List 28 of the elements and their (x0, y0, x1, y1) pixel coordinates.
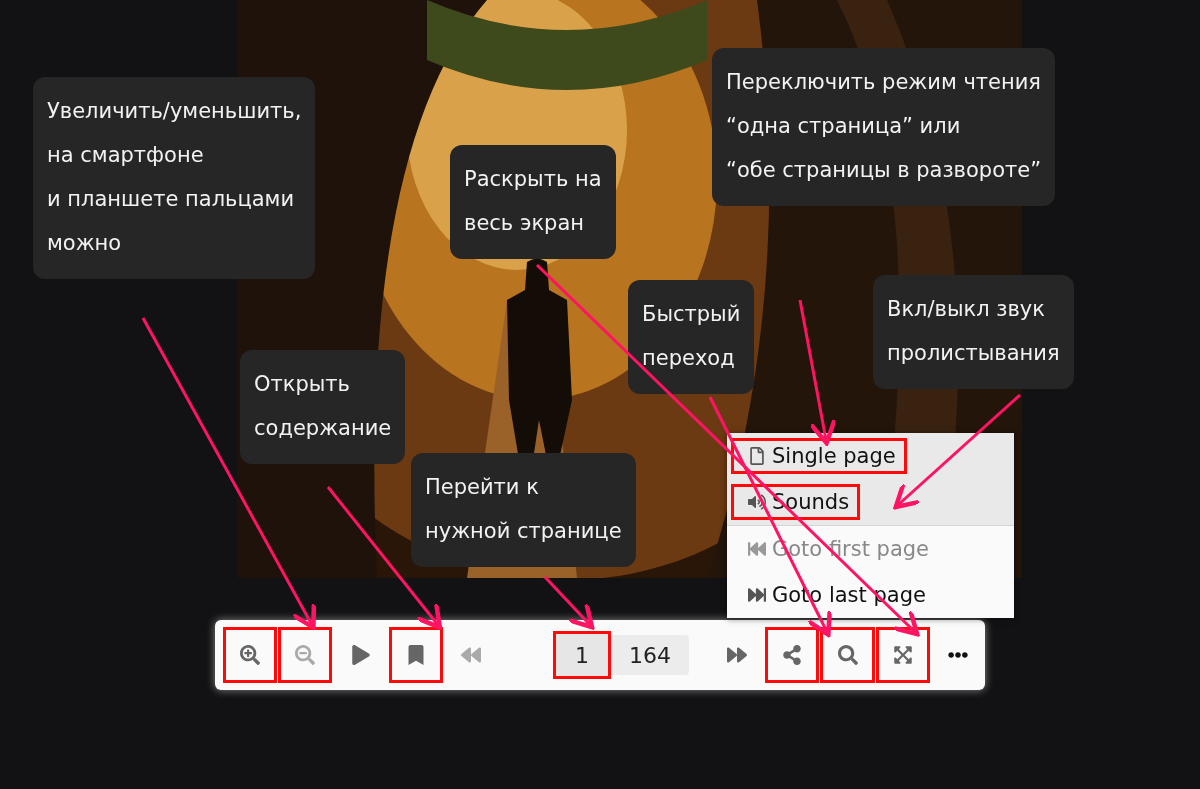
callout: Перейти к нужной странице (411, 453, 636, 567)
page-number-field[interactable]: 1 (553, 631, 611, 679)
share-icon (782, 645, 803, 665)
expand-icon (892, 645, 913, 665)
fullscreen-button[interactable] (875, 627, 930, 683)
share-button[interactable] (765, 627, 820, 683)
fast-forward-icon (727, 645, 748, 665)
zoom-in-icon (240, 645, 261, 665)
page-icon (748, 447, 766, 465)
callout: Увеличить/уменьшить, на смартфоне и планшете пальцами можно (33, 77, 316, 279)
zoom-in-button[interactable] (223, 627, 278, 683)
callout: Раскрыть на весь экран (450, 145, 616, 259)
speaker-icon (748, 493, 766, 511)
callout: Вкл/выкл звук пролистывания (873, 275, 1074, 389)
search-button[interactable] (820, 627, 875, 683)
callout: Переключить режим чтения “одна страница” или “обе страницы в развороте” (712, 48, 1056, 206)
menu-item[interactable]: Single page (727, 433, 1014, 479)
page-count: 164 (611, 635, 689, 675)
callout: Быстрый переход (628, 280, 755, 394)
contents-button[interactable] (388, 627, 443, 683)
rewind-icon (460, 645, 481, 665)
zoom-out-icon (295, 645, 316, 665)
search-icon (837, 645, 858, 665)
menu-item-label: Single page (772, 444, 896, 468)
last-page-icon (748, 586, 766, 604)
callout: Открыть содержание (240, 350, 406, 464)
play-icon (350, 645, 371, 665)
first-page-icon (748, 540, 766, 558)
